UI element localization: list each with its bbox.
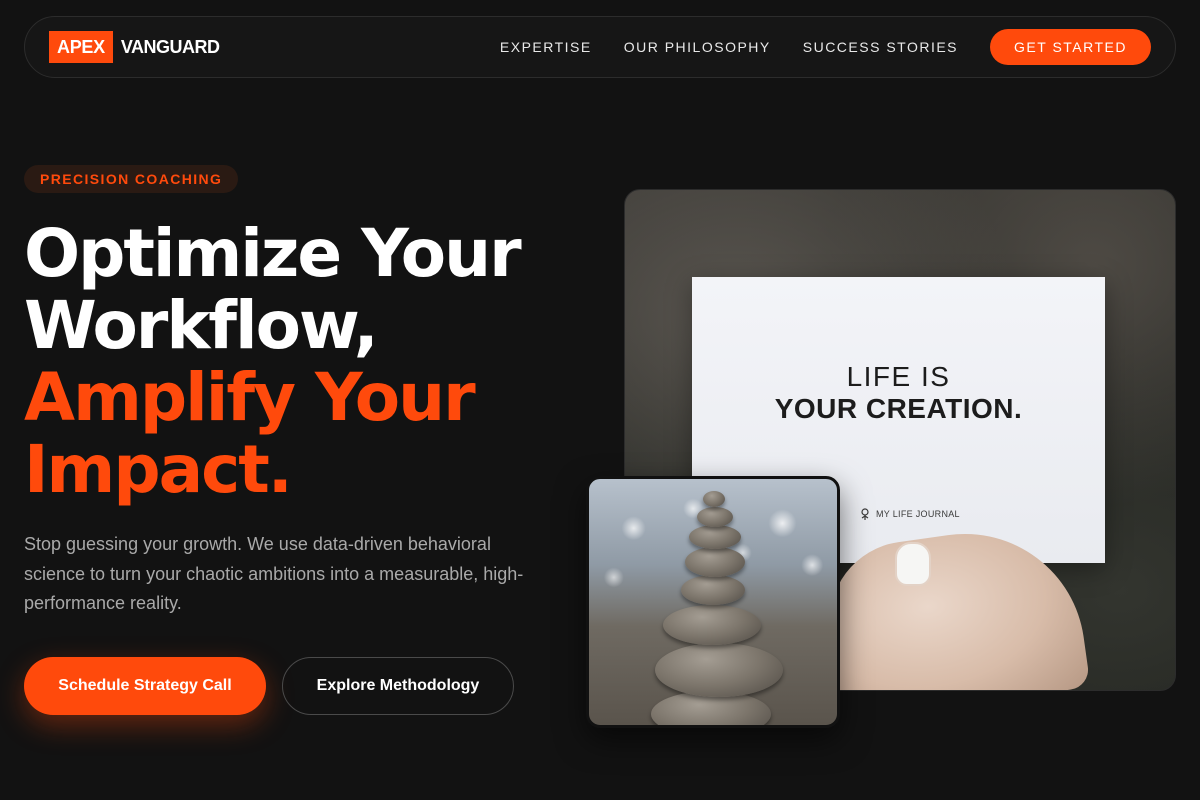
headline-line-4: Impact.	[24, 431, 293, 508]
hero-headline: Optimize Your Workflow, Amplify Your Imp…	[24, 218, 584, 506]
logo-wordmark: VANGUARD	[120, 36, 220, 57]
schedule-strategy-call-button[interactable]: Schedule Strategy Call	[24, 657, 266, 715]
card-brand: MY LIFE JOURNAL	[858, 507, 960, 521]
headline-line-2: Workflow,	[24, 287, 379, 364]
stone	[703, 491, 725, 507]
stone	[655, 643, 783, 697]
stone	[697, 507, 733, 527]
top-navbar: APEX VANGUARD EXPERTISE OUR PHILOSOPHY S…	[24, 16, 1176, 78]
explore-methodology-button[interactable]: Explore Methodology	[282, 657, 514, 715]
nav-link-expertise[interactable]: EXPERTISE	[500, 39, 592, 55]
stone	[685, 547, 745, 577]
stone	[663, 605, 761, 645]
get-started-button[interactable]: GET STARTED	[990, 29, 1151, 65]
journal-logo-icon	[861, 508, 869, 520]
headline-line-1: Optimize Your	[24, 215, 522, 292]
thumbnail-shape	[895, 542, 931, 586]
stone	[689, 525, 741, 549]
hero-description: Stop guessing your growth. We use data-d…	[24, 534, 524, 613]
nav-links: EXPERTISE OUR PHILOSOPHY SUCCESS STORIES…	[468, 29, 1151, 65]
logo-mark: APEX	[49, 31, 113, 63]
stacked-stones-photo	[586, 476, 840, 728]
precision-coaching-badge: PRECISION COACHING	[24, 165, 239, 193]
nav-link-our-philosophy[interactable]: OUR PHILOSOPHY	[624, 39, 771, 55]
card-text-line-1: LIFE IS	[846, 361, 951, 392]
logo[interactable]: APEX VANGUARD	[49, 31, 220, 63]
headline-line-3: Amplify Your	[24, 359, 476, 436]
stone	[681, 575, 745, 605]
card-text-line-2: YOUR CREATION.	[774, 393, 1023, 424]
card-brand-label: MY LIFE JOURNAL	[876, 509, 960, 519]
nav-link-success-stories[interactable]: SUCCESS STORIES	[803, 39, 958, 55]
